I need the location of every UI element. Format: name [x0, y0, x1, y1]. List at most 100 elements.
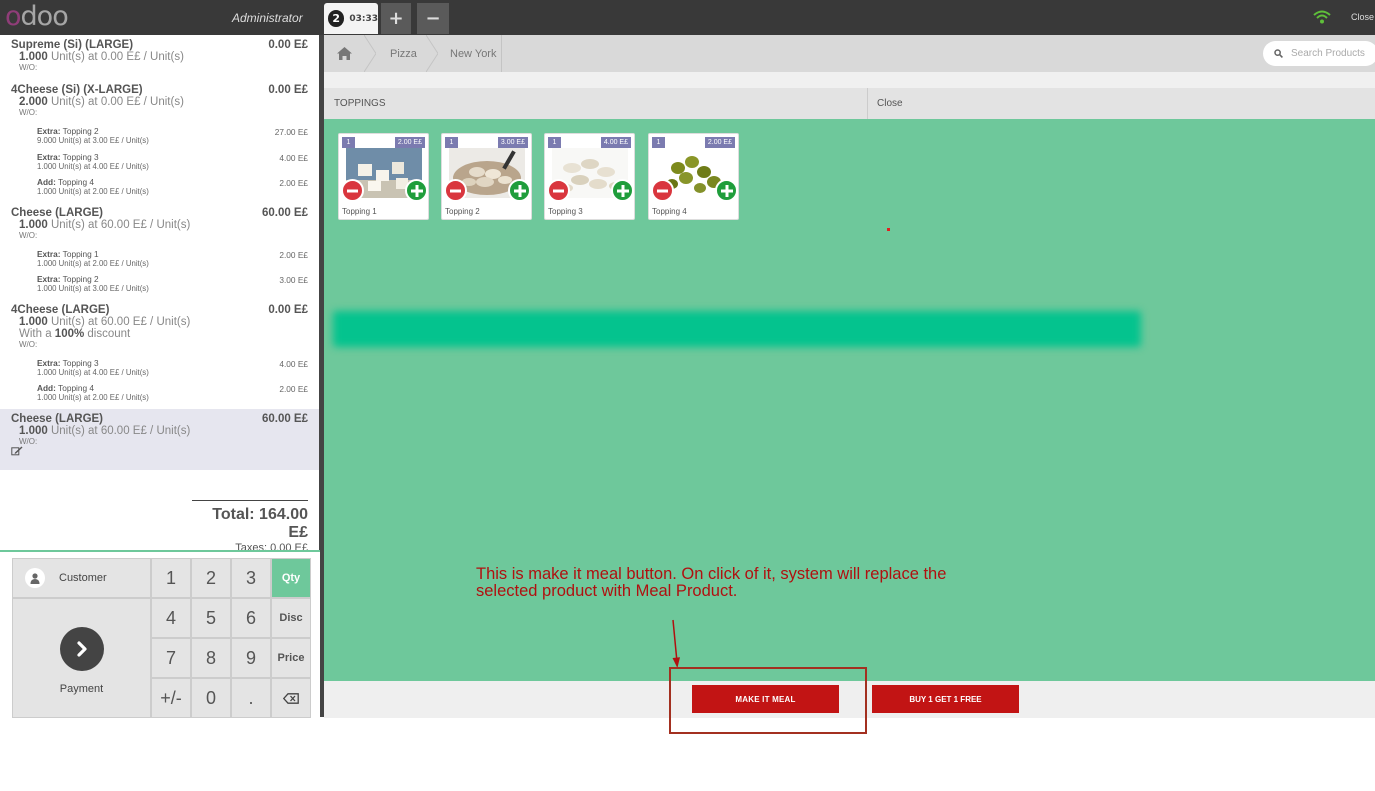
order-subline[interactable]: Extra: Topping 3 1.000 Unit(s) at 4.00 E…: [0, 152, 320, 178]
subline-price: 27.00 E£: [274, 127, 308, 137]
subline-price: 2.00 E£: [279, 249, 308, 260]
numpad-key-5[interactable]: 5: [191, 598, 231, 638]
category-close[interactable]: Close: [877, 98, 903, 109]
plus-icon[interactable]: [508, 179, 531, 202]
numpad-key-sign[interactable]: +/-: [151, 678, 191, 718]
order-line-info: 1.000 Unit(s) at 0.00 E£ / Unit(s): [11, 51, 309, 63]
order-line-discount: With a 100% discount: [11, 328, 309, 340]
category-toppings[interactable]: TOPPINGS: [334, 98, 386, 109]
order-subline[interactable]: Extra: Topping 1 1.000 Unit(s) at 2.00 E…: [0, 249, 320, 275]
order-line[interactable]: 4Cheese (LARGE) 0.00 E£ 1.000 Unit(s) at…: [0, 300, 320, 349]
order-subline[interactable]: Extra: Topping 3 1.000 Unit(s) at 4.00 E…: [0, 358, 320, 384]
product-price-tag: 3.00 E£: [497, 137, 528, 148]
order-line-unit: Unit(s) at 0.00 E£ / Unit(s): [47, 51, 184, 63]
subline-topping: Topping 2: [60, 126, 99, 136]
breadcrumb-end: [501, 35, 502, 72]
numpad-key-8[interactable]: 8: [191, 638, 231, 678]
backspace-key[interactable]: [271, 678, 311, 718]
numpad-key-3[interactable]: 3: [231, 558, 271, 598]
numpad-key-9[interactable]: 9: [231, 638, 271, 678]
order-line-qty: 1.000: [19, 51, 48, 63]
search-input[interactable]: Search Products: [1263, 41, 1375, 66]
order-line-note: W/O:: [19, 108, 38, 117]
order-subline[interactable]: Add: Topping 4 1.000 Unit(s) at 2.00 E£ …: [0, 383, 320, 409]
minus-icon[interactable]: [444, 179, 467, 202]
breadcrumb-new-york[interactable]: New York: [450, 35, 496, 72]
remove-order-button[interactable]: −: [417, 3, 449, 34]
order-subline[interactable]: Extra: Topping 2 1.000 Unit(s) at 3.00 E…: [0, 274, 320, 300]
odoo-logo: o doo: [5, 1, 69, 32]
subline-type: Extra:: [37, 248, 61, 259]
close-session-button[interactable]: Close: [1351, 12, 1374, 22]
plus-icon[interactable]: [611, 179, 634, 202]
wifi-icon: [1313, 10, 1331, 24]
product-card[interactable]: 1 3.00 E£ Topping 2: [441, 133, 532, 220]
breadcrumb-separator: [426, 35, 438, 72]
subline-price: 4.00 E£: [279, 358, 308, 369]
order-panel: Supreme (Si) (LARGE) 0.00 E£ 1.000 Unit(…: [0, 35, 320, 550]
order-summary: Total: 164.00 E£ Taxes: 0.00 E£: [192, 500, 308, 550]
numpad-key-0[interactable]: 0: [191, 678, 231, 718]
plus-icon[interactable]: [405, 179, 428, 202]
order-subline[interactable]: Add: Topping 4 1.000 Unit(s) at 2.00 E£ …: [0, 177, 320, 203]
add-order-button[interactable]: +: [381, 3, 411, 34]
order-line-price: 0.00 E£: [268, 84, 308, 96]
mode-qty-button[interactable]: Qty: [271, 558, 311, 598]
discount-suffix: discount: [84, 327, 131, 340]
numpad-key-4[interactable]: 4: [151, 598, 191, 638]
subline-name: Add: Topping 4: [37, 383, 309, 393]
search-icon: [1274, 49, 1283, 58]
edit-icon[interactable]: [11, 446, 23, 456]
order-line-unit: Unit(s) at 0.00 E£ / Unit(s): [47, 96, 184, 108]
plus-icon[interactable]: [715, 179, 738, 202]
buy-1-get-1-free-button[interactable]: BUY 1 GET 1 FREE: [872, 685, 1019, 713]
order-line-info: 1.000 Unit(s) at 60.00 E£ / Unit(s): [11, 425, 309, 437]
numpad-key-1[interactable]: 1: [151, 558, 191, 598]
subline-price: 2.00 E£: [279, 178, 308, 188]
numpad-key-2[interactable]: 2: [191, 558, 231, 598]
subline-price: 2.00 E£: [279, 384, 308, 394]
order-line[interactable]: 4Cheese (Si) (X-LARGE) 0.00 E£ 2.000 Uni…: [0, 80, 320, 117]
order-line[interactable]: Cheese (LARGE) 60.00 E£ 1.000 Unit(s) at…: [0, 203, 320, 240]
subline-name: Extra: Topping 1: [37, 249, 309, 259]
order-line[interactable]: Supreme (Si) (LARGE) 0.00 E£ 1.000 Unit(…: [0, 35, 320, 72]
product-card[interactable]: 1 4.00 E£ Topping 3: [544, 133, 635, 220]
subline-topping: Topping 3: [60, 357, 99, 368]
redacted-banner: [333, 311, 1141, 347]
numpad-key-6[interactable]: 6: [231, 598, 271, 638]
payment-button[interactable]: Payment: [12, 598, 151, 718]
order-tab[interactable]: 2 03:33: [324, 3, 378, 34]
order-taxes: Taxes: 0.00 E£: [235, 542, 308, 550]
subline-name: Extra: Topping 2: [37, 274, 309, 284]
order-line-note: W/O:: [19, 436, 38, 446]
mode-price-button[interactable]: Price: [271, 638, 311, 678]
subline-topping: Topping 2: [60, 274, 99, 284]
order-time: 03:33: [349, 13, 378, 24]
product-card[interactable]: 1 2.00 E£ Topping 1: [338, 133, 429, 220]
customer-button[interactable]: Customer: [12, 558, 151, 598]
order-line-qty: 1.000: [19, 424, 48, 437]
order-subline[interactable]: Extra: Topping 2 9.000 Unit(s) at 3.00 E…: [0, 126, 320, 152]
subline-type: Extra:: [37, 126, 61, 136]
home-button[interactable]: [324, 35, 364, 72]
numpad-key-dot[interactable]: .: [231, 678, 271, 718]
order-line[interactable]: Cheese (LARGE) 60.00 E£ 1.000 Unit(s) at…: [0, 408, 320, 470]
subline-info: 1.000 Unit(s) at 2.00 E£ / Unit(s): [37, 258, 149, 268]
spacer: [324, 72, 1375, 88]
minus-icon[interactable]: [651, 179, 674, 202]
product-card[interactable]: 1 2.00 E£ Topping 4: [648, 133, 739, 220]
product-name: Topping 3: [548, 207, 583, 216]
product-price-tag: 2.00 E£: [394, 137, 425, 148]
subline-topping: Topping 4: [55, 177, 95, 187]
discount-prefix: With a: [19, 327, 55, 340]
breadcrumb-pizza[interactable]: Pizza: [390, 35, 417, 72]
chevron-right-icon: [59, 627, 104, 671]
category-bar: TOPPINGS Close: [324, 88, 1375, 119]
mode-disc-button[interactable]: Disc: [271, 598, 311, 638]
minus-icon[interactable]: [547, 179, 570, 202]
order-lines: Supreme (Si) (LARGE) 0.00 E£ 1.000 Unit(…: [0, 35, 320, 478]
subline-type: Extra:: [37, 357, 61, 368]
numpad-key-7[interactable]: 7: [151, 638, 191, 678]
subline-type: Add:: [37, 383, 56, 393]
minus-icon[interactable]: [341, 179, 364, 202]
